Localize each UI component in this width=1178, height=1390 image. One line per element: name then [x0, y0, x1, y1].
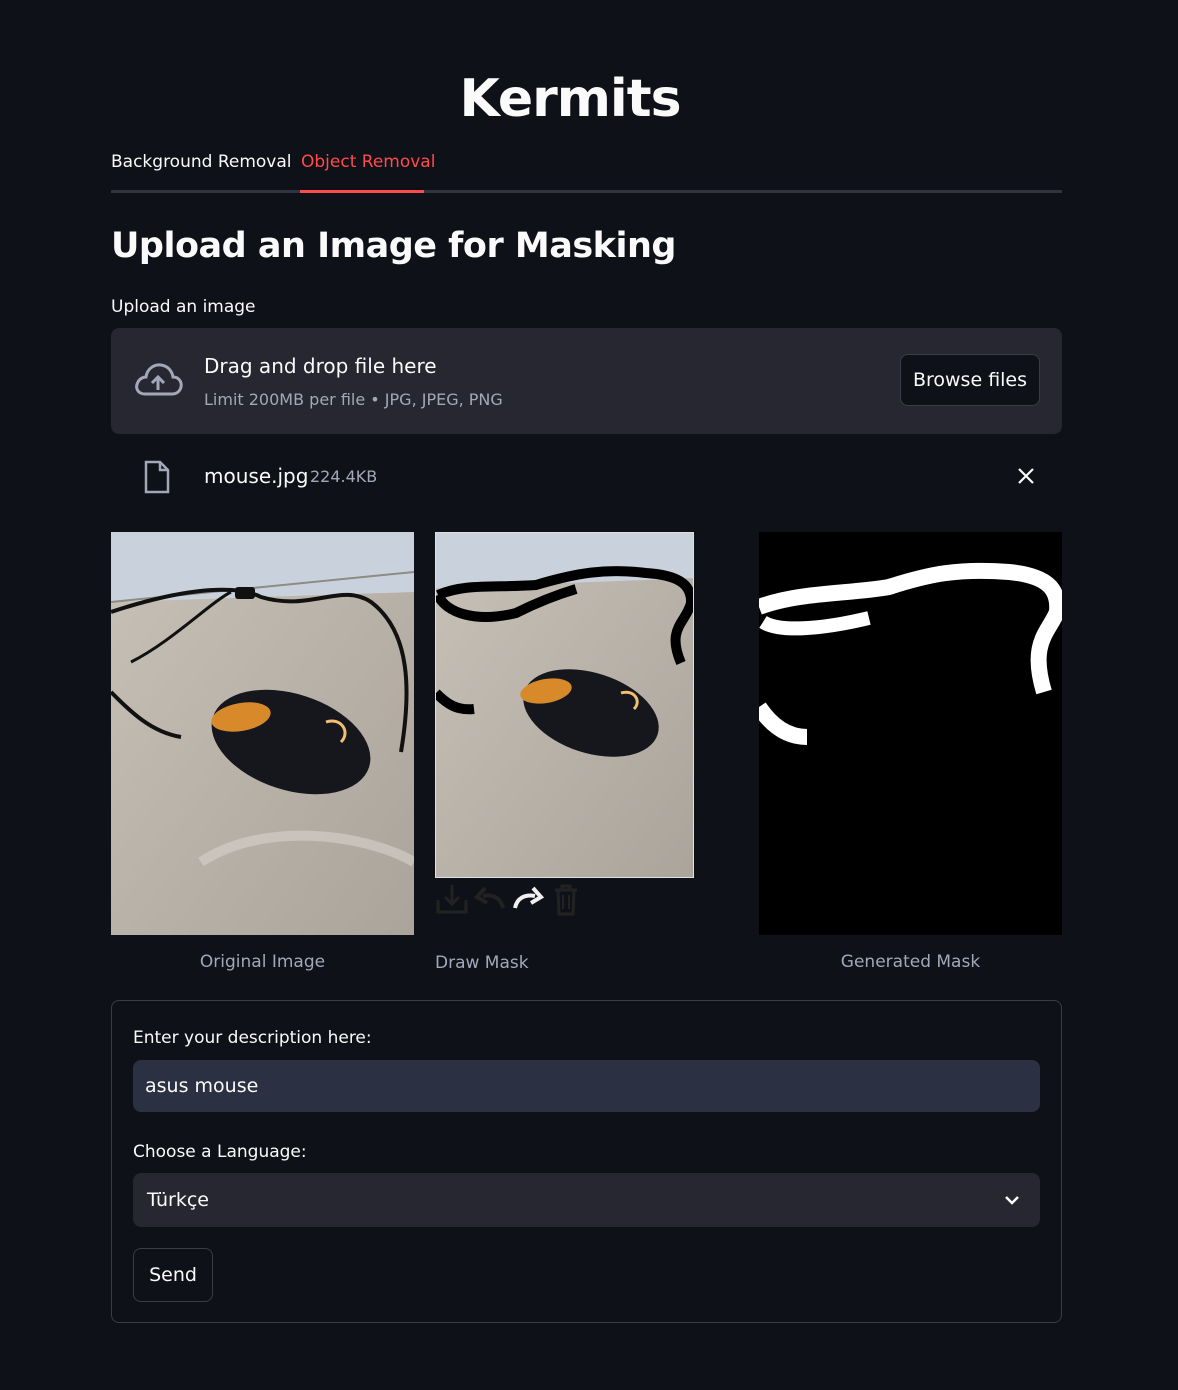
tab-object-removal[interactable]: Object Removal: [301, 150, 435, 174]
description-form: Enter your description here: Choose a La…: [111, 1000, 1062, 1323]
upload-limit-text: Limit 200MB per file • JPG, JPEG, PNG: [204, 390, 503, 409]
language-select[interactable]: Türkçe: [133, 1173, 1040, 1227]
browse-files-button[interactable]: Browse files: [900, 354, 1040, 406]
original-image: [111, 532, 414, 935]
language-selected-value: Türkçe: [147, 1189, 209, 1211]
description-label: Enter your description here:: [133, 1028, 372, 1048]
upload-label: Upload an image: [111, 297, 256, 317]
close-icon[interactable]: [1016, 466, 1036, 486]
uploaded-file-row: mouse.jpg 224.4KB: [111, 454, 1062, 502]
file-size: 224.4KB: [310, 467, 378, 486]
description-input[interactable]: [133, 1060, 1040, 1112]
active-tab-indicator: [300, 190, 424, 193]
chevron-down-icon: [1005, 1196, 1019, 1205]
file-dropzone[interactable]: Drag and drop file here Limit 200MB per …: [111, 328, 1062, 434]
app-title: Kermits: [459, 69, 681, 129]
generated-mask-caption: Generated Mask: [840, 952, 981, 972]
original-image-caption: Original Image: [199, 952, 326, 972]
draw-mask-caption: Draw Mask: [435, 953, 529, 973]
trash-icon[interactable]: [549, 882, 583, 916]
tab-bar: Background Removal Object Removal: [111, 146, 1062, 193]
language-label: Choose a Language:: [133, 1142, 307, 1162]
redo-icon[interactable]: [511, 882, 545, 916]
file-icon: [144, 460, 170, 494]
cloud-upload-icon: [135, 363, 183, 396]
file-name: mouse.jpg: [204, 464, 309, 488]
generated-mask-image: [759, 532, 1062, 935]
section-heading: Upload an Image for Masking: [111, 226, 676, 266]
draw-mask-canvas[interactable]: [435, 532, 694, 878]
canvas-toolbar: [435, 882, 583, 916]
download-icon[interactable]: [435, 882, 469, 916]
send-button[interactable]: Send: [133, 1248, 213, 1302]
tab-background-removal[interactable]: Background Removal: [111, 150, 292, 174]
drop-text: Drag and drop file here: [204, 354, 437, 378]
undo-icon[interactable]: [473, 882, 507, 916]
app-page: Kermits Background Removal Object Remova…: [0, 0, 1178, 1390]
